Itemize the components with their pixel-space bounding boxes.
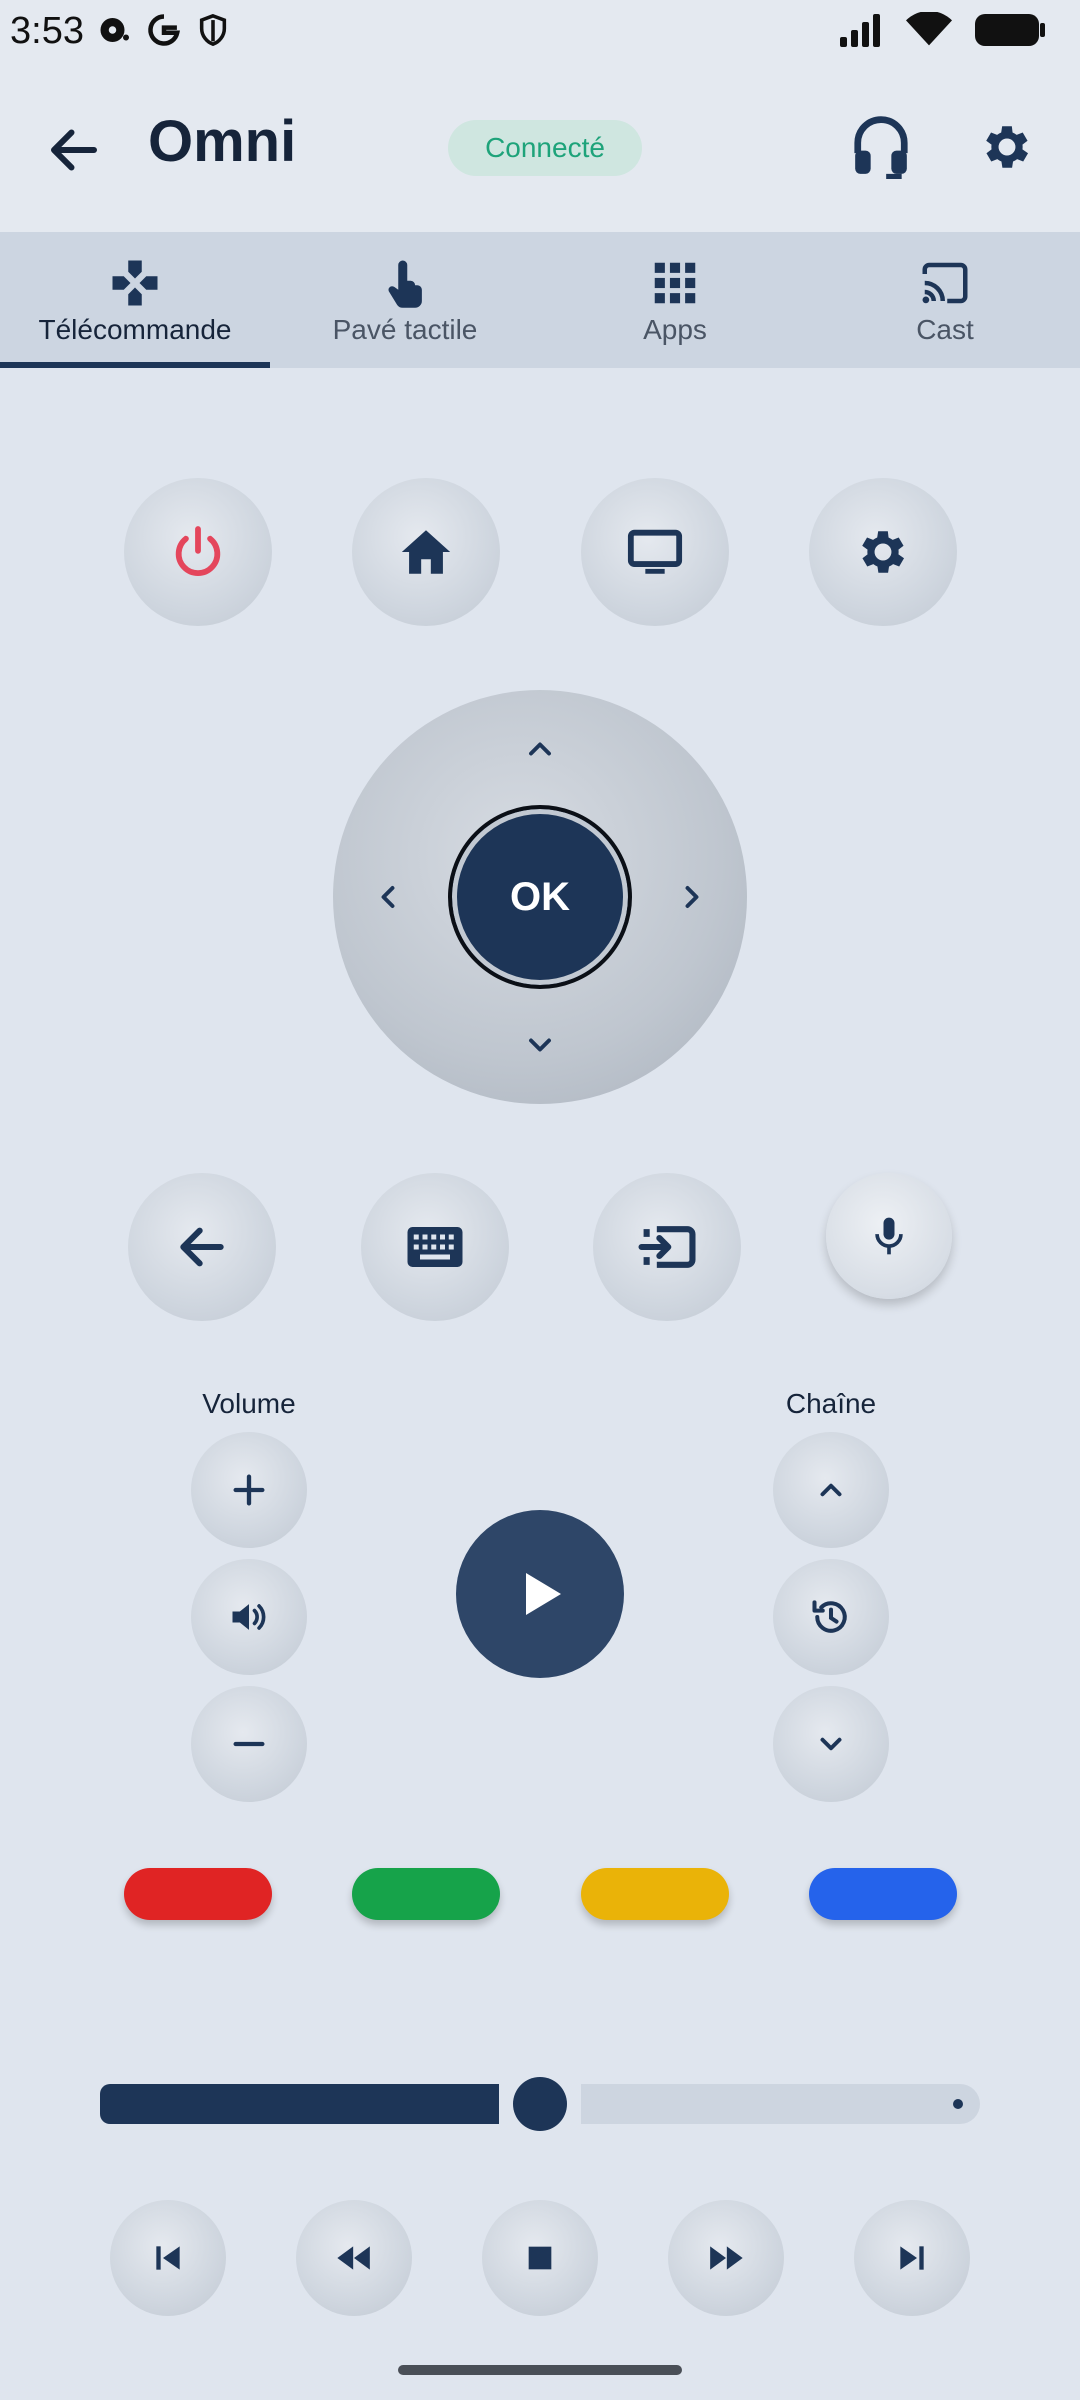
volume-down-button[interactable] <box>191 1686 307 1802</box>
plus-icon <box>233 1474 265 1506</box>
fast-forward-button[interactable] <box>668 2200 784 2316</box>
keyboard-icon <box>407 1227 463 1267</box>
connection-status-badge: Connecté <box>448 120 642 176</box>
dpad-right-button[interactable] <box>667 872 717 922</box>
home-icon <box>401 530 451 574</box>
mute-button[interactable] <box>191 1559 307 1675</box>
keyboard-button[interactable] <box>361 1173 509 1321</box>
tab-touchpad[interactable]: Pavé tactile <box>270 232 540 368</box>
media-progress-track[interactable] <box>581 2084 980 2124</box>
fast-forward-icon <box>710 2246 743 2270</box>
power-icon <box>175 526 221 576</box>
tab-apps[interactable]: Apps <box>540 232 810 368</box>
channel-up-button[interactable] <box>773 1432 889 1548</box>
progress-end-dot <box>953 2099 963 2109</box>
previous-button[interactable] <box>110 2200 226 2316</box>
volume-label: Volume <box>202 1388 296 1419</box>
back-arrow-icon <box>180 1227 224 1267</box>
tab-bar: Télécommande Pavé tactile Apps Cast <box>0 232 1080 368</box>
history-icon <box>812 1600 847 1633</box>
voice-search-button[interactable] <box>826 1173 952 1299</box>
minus-icon <box>233 1741 265 1747</box>
wifi-icon <box>906 12 952 46</box>
status-icons-right <box>838 12 1046 48</box>
rewind-button[interactable] <box>296 2200 412 2316</box>
red-button[interactable] <box>124 1868 272 1920</box>
play-icon <box>526 1573 561 1615</box>
input-source-icon <box>638 1226 696 1268</box>
gamepad-icon <box>112 260 158 306</box>
home-button[interactable] <box>352 478 500 626</box>
app-bar: Omni Connecté <box>0 62 1080 232</box>
media-progress-filled <box>100 2084 499 2124</box>
media-progress-thumb[interactable] <box>513 2077 567 2131</box>
chevron-down-icon <box>820 1737 842 1751</box>
status-bar: 3:53 <box>0 0 1080 62</box>
signal-icon <box>840 14 880 47</box>
headset-icon[interactable] <box>850 114 912 182</box>
dpad-down-button[interactable] <box>515 1020 565 1070</box>
tv-icon <box>627 529 683 574</box>
battery-icon <box>975 14 1045 46</box>
status-icons-left <box>96 12 230 48</box>
media-notification-icon <box>100 18 129 42</box>
apps-grid-icon <box>654 262 696 304</box>
status-time: 3:53 <box>10 10 84 52</box>
back-button[interactable] <box>128 1173 276 1321</box>
tab-label: Apps <box>643 314 707 345</box>
skip-next-icon <box>900 2246 924 2270</box>
tab-remote[interactable]: Télécommande <box>0 232 270 368</box>
dpad: OK <box>333 690 747 1104</box>
settings-icon <box>862 531 905 573</box>
stop-icon <box>528 2246 552 2270</box>
tab-label: Cast <box>916 314 974 345</box>
skip-previous-icon <box>156 2246 180 2270</box>
chevron-right-icon <box>685 886 699 908</box>
shield-icon <box>199 13 227 47</box>
tab-label: Pavé tactile <box>332 314 478 345</box>
tv-settings-button[interactable] <box>809 478 957 626</box>
ok-button[interactable]: OK <box>448 805 632 989</box>
tab-label: Télécommande <box>38 314 232 345</box>
chevron-up-icon <box>529 742 551 756</box>
page-title: Omni <box>148 109 297 174</box>
rewind-icon <box>337 2246 370 2270</box>
channel-history-button[interactable] <box>773 1559 889 1675</box>
channel-label: Chaîne <box>785 1388 877 1419</box>
microphone-icon <box>875 1217 903 1255</box>
input-source-button[interactable] <box>593 1173 741 1321</box>
chevron-left-icon <box>381 886 395 908</box>
google-icon <box>148 14 180 46</box>
tab-cast[interactable]: Cast <box>810 232 1080 368</box>
next-button[interactable] <box>854 2200 970 2316</box>
cast-icon <box>922 262 968 304</box>
chevron-up-icon <box>820 1483 842 1497</box>
channel-down-button[interactable] <box>773 1686 889 1802</box>
volume-up-button[interactable] <box>191 1432 307 1548</box>
play-button[interactable] <box>456 1510 624 1678</box>
green-button[interactable] <box>352 1868 500 1920</box>
dpad-up-button[interactable] <box>515 724 565 774</box>
blue-button[interactable] <box>809 1868 957 1920</box>
speaker-icon <box>232 1604 266 1630</box>
settings-gear-icon[interactable] <box>978 118 1036 176</box>
chevron-down-icon <box>529 1038 551 1052</box>
power-button[interactable] <box>124 478 272 626</box>
back-arrow-icon[interactable] <box>44 120 104 180</box>
stop-button[interactable] <box>482 2200 598 2316</box>
yellow-button[interactable] <box>581 1868 729 1920</box>
tv-button[interactable] <box>581 478 729 626</box>
dpad-left-button[interactable] <box>363 872 413 922</box>
touch-icon <box>388 260 422 308</box>
home-indicator <box>398 2365 682 2375</box>
